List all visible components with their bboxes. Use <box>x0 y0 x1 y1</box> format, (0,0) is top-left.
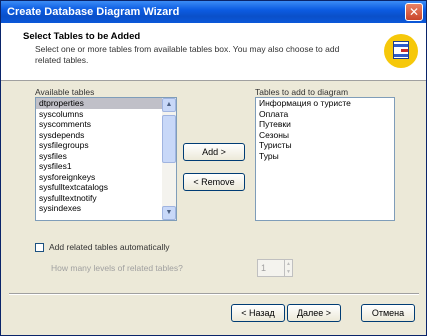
spinner-arrows[interactable]: ▲ ▼ <box>284 260 292 276</box>
list-item[interactable]: sysdepends <box>36 130 176 141</box>
target-tables-list[interactable]: Информация о туристе Оплата Путевки Сезоны Т… <box>255 97 395 221</box>
footer-separator <box>9 293 419 295</box>
levels-value: 1 <box>261 263 267 273</box>
levels-spinner[interactable]: 1 ▲ ▼ <box>257 259 293 277</box>
back-button[interactable]: < Назад <box>231 304 285 322</box>
list-item[interactable]: syscomments <box>36 119 176 130</box>
list-item[interactable]: Сезоны <box>256 130 394 141</box>
step-description: Select one or more tables from available… <box>35 44 340 65</box>
list-item[interactable]: sysfiles1 <box>36 161 176 172</box>
database-diagram-icon <box>384 34 418 68</box>
remove-button[interactable]: < Remove <box>183 173 245 191</box>
scroll-up-button[interactable]: ▲ <box>162 98 176 112</box>
list-item[interactable]: Информация о туристе <box>256 98 394 109</box>
close-button[interactable]: ✕ <box>405 3 423 21</box>
list-item[interactable]: sysforeignkeys <box>36 172 176 183</box>
list-item[interactable]: sysindexes <box>36 203 176 214</box>
next-button[interactable]: Далее > <box>287 304 341 322</box>
list-item[interactable]: Туристы <box>256 140 394 151</box>
add-related-label: Add related tables automatically <box>49 242 170 252</box>
list-item[interactable]: sysfilegroups <box>36 140 176 151</box>
wizard-header: Select Tables to be Added Select one or … <box>1 23 426 81</box>
scroll-thumb[interactable] <box>162 115 176 163</box>
window-title: Create Database Diagram Wizard <box>7 6 180 18</box>
list-item[interactable]: sysfiles <box>36 151 176 162</box>
list-item[interactable]: Туры <box>256 151 394 162</box>
title-bar: Create Database Diagram Wizard ✕ <box>1 1 426 23</box>
list-item[interactable]: sysfulltextcatalogs <box>36 182 176 193</box>
available-scrollbar[interactable]: ▲ ▼ <box>162 98 176 220</box>
cancel-button[interactable]: Отмена <box>361 304 415 322</box>
list-item[interactable]: dtproperties <box>36 98 176 109</box>
levels-label: How many levels of related tables? <box>51 263 183 273</box>
close-icon: ✕ <box>408 5 420 19</box>
chevron-down-icon: ▼ <box>165 209 173 216</box>
table-grid-icon <box>393 41 409 59</box>
target-tables-label: Tables to add to diagram <box>255 87 349 97</box>
list-item[interactable]: Путевки <box>256 119 394 130</box>
list-item[interactable]: syscolumns <box>36 109 176 120</box>
add-button[interactable]: Add > <box>183 143 245 161</box>
available-tables-label: Available tables <box>35 87 95 97</box>
step-title: Select Tables to be Added <box>23 31 141 42</box>
list-item[interactable]: Оплата <box>256 109 394 120</box>
scroll-down-button[interactable]: ▼ <box>162 206 176 220</box>
available-tables-list[interactable]: dtproperties syscolumns syscomments sysdepe… <box>35 97 177 221</box>
add-related-checkbox[interactable] <box>35 243 44 252</box>
wizard-window: Create Database Diagram Wizard ✕ Select … <box>0 0 427 336</box>
chevron-up-icon: ▲ <box>165 101 173 108</box>
list-item[interactable]: sysfulltextnotify <box>36 193 176 204</box>
